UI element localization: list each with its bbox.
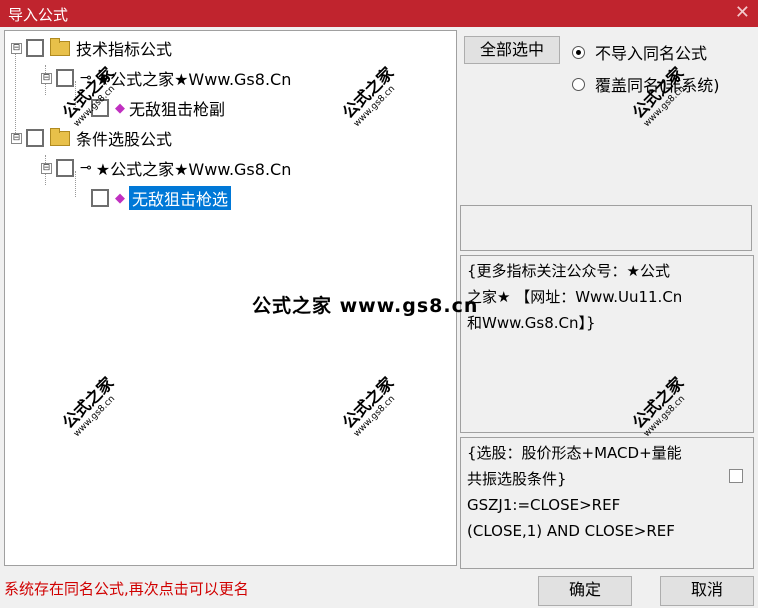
title-bar: 导入公式 ✕ <box>0 0 758 27</box>
collapse-icon[interactable]: ⊟ <box>41 72 52 84</box>
collapse-icon[interactable]: ⊟ <box>11 42 22 54</box>
tree-line <box>15 51 16 139</box>
checkbox[interactable] <box>26 39 44 57</box>
collapse-icon[interactable]: ⊟ <box>11 132 22 144</box>
tree-item-label: 无敌狙击枪选 <box>129 186 232 210</box>
checkbox[interactable] <box>56 159 74 177</box>
empty-panel <box>460 205 752 251</box>
formula-text: {选股：股价形态+MACD+量能 共振选股条件} GSZJ1:=CLOSE>RE… <box>467 444 682 540</box>
select-all-button[interactable]: 全部选中 <box>464 36 560 64</box>
center-watermark: 公式之家 www.gs8.cn <box>252 295 479 317</box>
checkbox[interactable] <box>26 129 44 147</box>
collapse-icon[interactable]: ⊟ <box>41 162 52 174</box>
tree-item-label: 无敌狙击枪副 <box>129 100 226 119</box>
tree-item-formula-selected[interactable]: ◆ 无敌狙击枪选 <box>91 186 232 210</box>
checkbox[interactable] <box>91 189 109 207</box>
tree-item-tech-indicators[interactable]: ⊟ 技术指标公式 <box>11 37 172 59</box>
window-title: 导入公式 <box>8 6 69 24</box>
key-icon: ⊸ <box>80 160 92 176</box>
radio-icon[interactable] <box>572 77 585 91</box>
status-message: 系统存在同名公式,再次点击可以更名 <box>4 580 249 598</box>
folder-icon <box>50 37 70 56</box>
ok-button[interactable]: 确定 <box>538 576 632 606</box>
tree-item-gs8-group[interactable]: ⊟ ⊸ ★公式之家★Www.Gs8.Cn <box>41 67 291 89</box>
radio-icon[interactable] <box>572 45 585 59</box>
checkbox[interactable] <box>729 469 743 483</box>
formula-gem-icon: ◆ <box>115 100 125 116</box>
folder-icon <box>50 127 70 146</box>
checkbox[interactable] <box>56 69 74 87</box>
formula-gem-icon: ◆ <box>115 190 125 206</box>
tree-item-gs8-group[interactable]: ⊟ ⊸ ★公式之家★Www.Gs8.Cn <box>41 157 291 179</box>
description-text: {更多指标关注公众号：★公式 之家★ 【网址：Www.Uu11.Cn 和Www.… <box>467 262 683 332</box>
close-icon[interactable]: ✕ <box>735 2 750 23</box>
radio-skip-duplicates[interactable]: 不导入同名公式 <box>572 40 707 64</box>
tree-item-label: 条件选股公式 <box>76 130 173 149</box>
radio-label: 不导入同名公式 <box>595 44 708 63</box>
cancel-button[interactable]: 取消 <box>660 576 754 606</box>
description-panel: {更多指标关注公众号：★公式 之家★ 【网址：Www.Uu11.Cn 和Www.… <box>460 255 754 433</box>
formula-panel: {选股：股价形态+MACD+量能 共振选股条件} GSZJ1:=CLOSE>RE… <box>460 437 754 569</box>
tree-item-label: ★公式之家★Www.Gs8.Cn <box>95 160 292 179</box>
tree-item-stock-selection[interactable]: ⊟ 条件选股公式 <box>11 127 172 149</box>
tree-item-label: 技术指标公式 <box>76 40 173 59</box>
